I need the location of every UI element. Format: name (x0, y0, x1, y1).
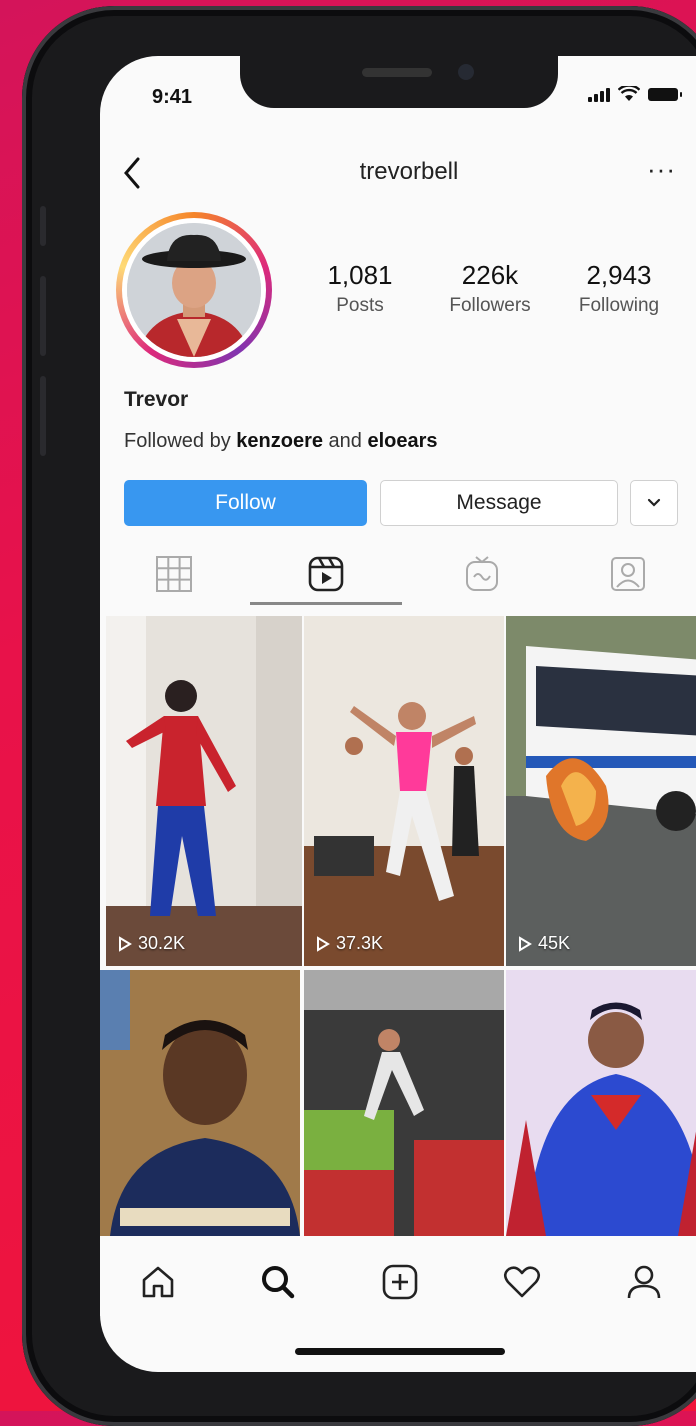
view-count-label: 45K (538, 933, 571, 953)
avatar (127, 223, 261, 357)
stat-followers-label: Followers (449, 295, 531, 316)
suggested-accounts-button[interactable] (630, 480, 678, 526)
reel-tile[interactable] (100, 970, 300, 1236)
volume-down-button (40, 376, 46, 456)
chevron-down-icon (647, 498, 661, 507)
phone-screen: 9:41 trevorbell ··· 1,081 Posts 226k Fol… (100, 56, 696, 1372)
view-count: 30.2K (118, 933, 185, 954)
grid-tab-icon[interactable] (154, 554, 194, 594)
status-time: 9:41 (152, 86, 193, 108)
followed-by-text: Followed by kenzoere and eloears (124, 430, 438, 453)
view-count: 37.3K (316, 933, 383, 954)
stat-followers[interactable]: 226k Followers (430, 260, 550, 317)
more-options-icon[interactable]: ··· (647, 154, 676, 185)
reel-tile[interactable]: 45K (506, 616, 696, 966)
stat-following-value: 2,943 (586, 260, 652, 290)
message-button[interactable]: Message (380, 480, 618, 526)
profile-header: trevorbell ··· (100, 146, 696, 196)
speaker-grille (362, 68, 432, 77)
mute-switch (40, 206, 46, 246)
bottom-nav (100, 1246, 696, 1316)
activity-heart-icon[interactable] (502, 1262, 542, 1302)
notch (240, 56, 558, 108)
active-tab-indicator (250, 602, 402, 605)
profile-display-name: Trevor (124, 388, 189, 411)
view-count-label: 37.3K (336, 933, 384, 953)
view-count: 45K (518, 933, 570, 954)
reel-tile[interactable] (304, 970, 504, 1236)
tagged-tab-icon[interactable] (608, 554, 648, 594)
play-icon (317, 935, 330, 952)
front-camera (458, 64, 474, 80)
view-count-label: 30.2K (138, 933, 186, 953)
home-indicator[interactable] (295, 1348, 505, 1355)
wifi-icon (618, 86, 640, 101)
volume-up-button (40, 276, 46, 356)
home-icon[interactable] (138, 1262, 178, 1302)
follow-button[interactable]: Follow (124, 480, 367, 526)
signal-icon (588, 86, 610, 102)
reel-thumbnail (106, 616, 302, 966)
stat-followers-value: 226k (461, 260, 519, 290)
search-icon[interactable] (258, 1262, 298, 1302)
reels-grid: 30.2K 37.3K 45K (100, 616, 696, 1236)
profile-username: trevorbell (359, 158, 459, 185)
play-icon (119, 935, 132, 952)
reel-tile[interactable] (506, 970, 696, 1236)
battery-icon (648, 87, 682, 101)
reel-thumbnail (304, 616, 504, 966)
profile-icon[interactable] (624, 1262, 664, 1302)
followed-by-user-1[interactable]: kenzoere (236, 430, 323, 452)
stat-posts-label: Posts (336, 295, 384, 316)
stat-posts-value: 1,081 (327, 260, 393, 290)
status-icons (588, 86, 682, 102)
profile-tabs (100, 546, 696, 606)
stat-following-label: Following (578, 295, 660, 316)
followed-by-user-2[interactable]: eloears (367, 430, 437, 452)
stat-following[interactable]: 2,943 Following (558, 260, 680, 317)
avatar-photo (127, 223, 261, 357)
stat-posts[interactable]: 1,081 Posts (300, 260, 420, 317)
reel-tile[interactable]: 37.3K (304, 616, 504, 966)
reel-thumbnail (506, 616, 696, 966)
reel-thumbnail (506, 970, 696, 1236)
reel-tile[interactable]: 30.2K (106, 616, 302, 966)
reels-tab-icon[interactable] (306, 554, 346, 594)
followed-by-and: and (323, 430, 368, 452)
reel-thumbnail (100, 970, 300, 1236)
play-icon (519, 935, 532, 952)
igtv-tab-icon[interactable] (462, 554, 502, 594)
new-post-icon[interactable] (380, 1262, 420, 1302)
reel-thumbnail (304, 970, 504, 1236)
avatar-story-ring[interactable] (116, 212, 272, 368)
followed-by-prefix: Followed by (124, 430, 237, 452)
phone-frame: 9:41 trevorbell ··· 1,081 Posts 226k Fol… (22, 6, 696, 1426)
